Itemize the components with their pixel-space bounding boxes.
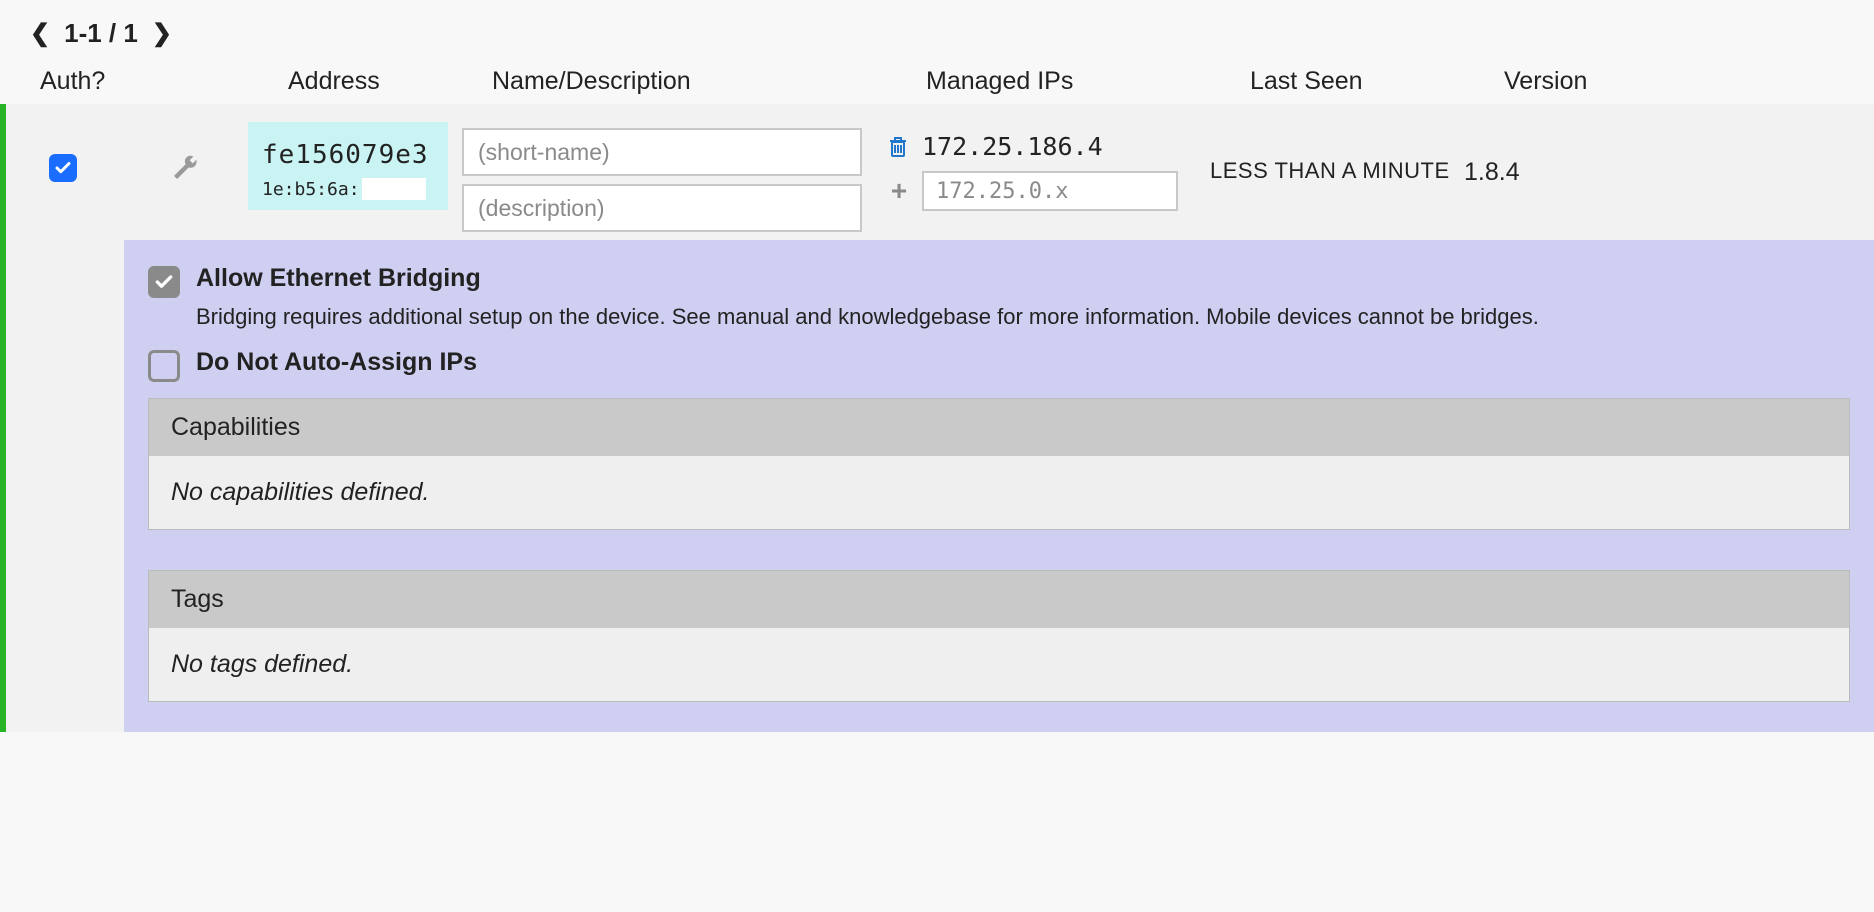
- chevron-left-icon[interactable]: ❮: [30, 19, 50, 48]
- tags-title: Tags: [149, 571, 1849, 628]
- auth-checkbox[interactable]: [49, 154, 77, 182]
- no-auto-assign-label: Do Not Auto-Assign IPs: [196, 348, 477, 377]
- last-seen: LESS THAN A MINUTE: [1210, 122, 1460, 184]
- allow-bridging-help: Bridging requires additional setup on th…: [196, 304, 1850, 330]
- row-expansion: Allow Ethernet Bridging Bridging require…: [124, 240, 1874, 732]
- tags-panel: Tags No tags defined.: [148, 570, 1850, 702]
- node-id: fe156079e3: [262, 140, 438, 170]
- capabilities-title: Capabilities: [149, 399, 1849, 456]
- node-mac-prefix: 1e:b5:6a:: [262, 179, 360, 200]
- short-name-input[interactable]: [462, 128, 862, 176]
- pager-range: 1-1 / 1: [64, 18, 138, 49]
- table-headers: Auth? Address Name/Description Managed I…: [0, 61, 1874, 104]
- pager: ❮ 1-1 / 1 ❯: [0, 0, 1874, 61]
- allow-bridging-checkbox[interactable]: [148, 266, 180, 298]
- trash-icon[interactable]: [886, 135, 912, 159]
- no-auto-assign-checkbox[interactable]: [148, 350, 180, 382]
- col-ips: Managed IPs: [926, 67, 1246, 96]
- tags-empty: No tags defined.: [149, 628, 1849, 701]
- description-input[interactable]: [462, 184, 862, 232]
- capabilities-empty: No capabilities defined.: [149, 456, 1849, 529]
- node-mac-hidden: [362, 178, 426, 200]
- col-name: Name/Description: [492, 67, 922, 96]
- capabilities-panel: Capabilities No capabilities defined.: [148, 398, 1850, 530]
- col-seen: Last Seen: [1250, 67, 1500, 96]
- managed-ip: 172.25.186.4: [922, 132, 1103, 161]
- col-auth: Auth?: [40, 67, 160, 96]
- chevron-right-icon[interactable]: ❯: [152, 19, 172, 48]
- table-row: fe156079e3 1e:b5:6a: 172.25.186.4 + LESS…: [0, 104, 1874, 732]
- col-version: Version: [1504, 67, 1614, 96]
- address-cell: fe156079e3 1e:b5:6a:: [248, 122, 448, 210]
- col-address: Address: [288, 67, 488, 96]
- wrench-icon[interactable]: [169, 154, 199, 184]
- version: 1.8.4: [1464, 122, 1574, 187]
- add-ip-input[interactable]: [922, 171, 1178, 211]
- plus-icon[interactable]: +: [886, 175, 912, 207]
- allow-bridging-label: Allow Ethernet Bridging: [196, 264, 481, 293]
